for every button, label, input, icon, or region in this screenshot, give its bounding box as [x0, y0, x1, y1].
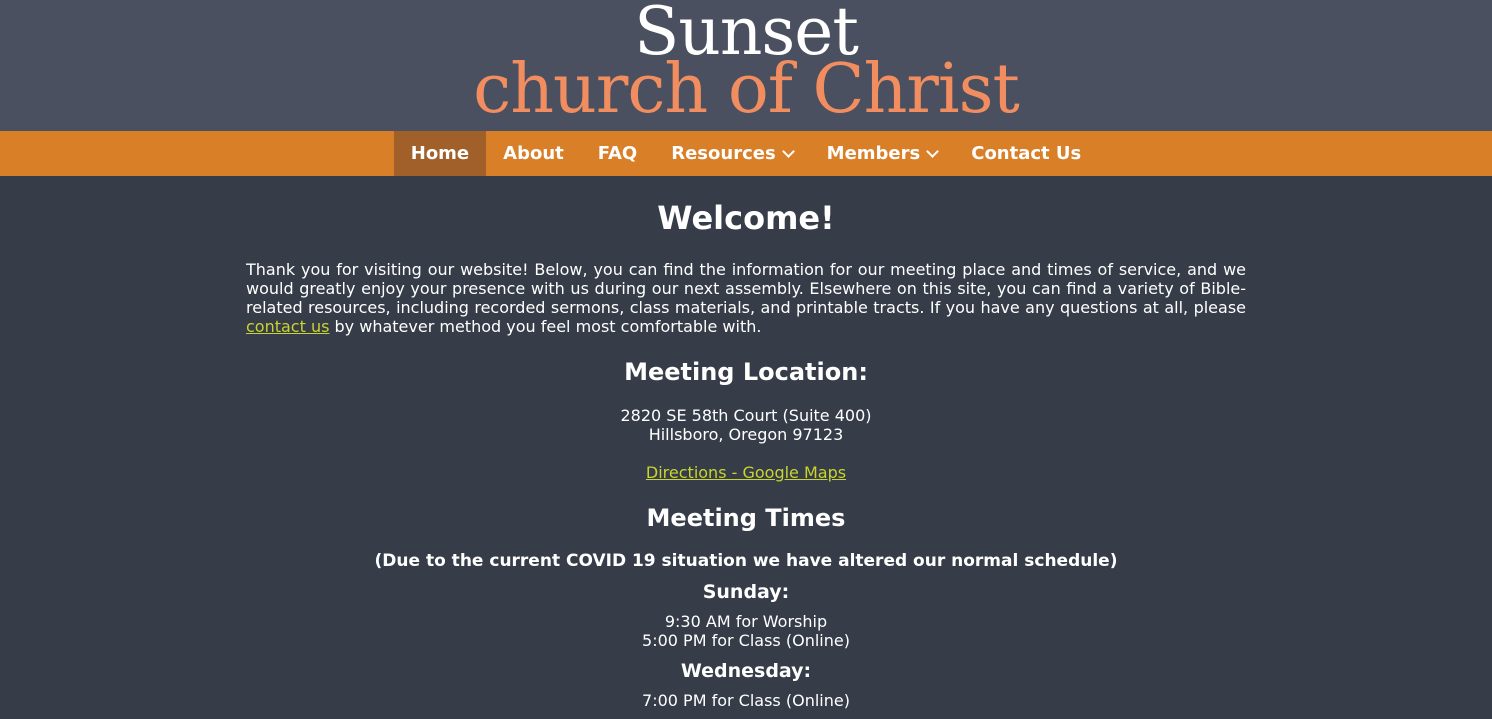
nav-faq-label: FAQ	[597, 143, 638, 164]
logo-subtitle: church of Christ	[473, 50, 1020, 129]
chevron-down-icon	[926, 144, 940, 158]
nav-resources[interactable]: Resources	[654, 131, 809, 176]
intro-text-before: Thank you for visiting our website! Belo…	[246, 260, 1246, 317]
wednesday-label: Wednesday:	[680, 660, 812, 682]
chevron-down-icon	[781, 144, 795, 158]
wednesday-times: 7:00 PM for Class (Online)	[246, 691, 1246, 710]
nav-about[interactable]: About	[486, 131, 581, 176]
meeting-location-heading: Meeting Location:	[624, 358, 868, 386]
sunday-time-item: 9:30 AM for Worship	[664, 612, 828, 631]
nav-home-label: Home	[410, 143, 470, 164]
main-content: Welcome! Thank you for visiting our webs…	[246, 200, 1246, 710]
site-header: Sunset church of Christ	[0, 0, 1492, 131]
sunday-time-item: 5:00 PM for Class (Online)	[642, 631, 850, 650]
sunday-times: 9:30 AM for Worship 5:00 PM for Class (O…	[246, 612, 1246, 650]
directions: Directions - Google Maps	[246, 463, 1246, 482]
directions-link[interactable]: Directions - Google Maps	[646, 463, 846, 482]
main-nav: Home About FAQ Resources Members Contact…	[0, 131, 1492, 176]
nav-contact-us-label: Contact Us	[971, 143, 1082, 164]
nav-resources-label: Resources	[671, 143, 776, 164]
nav-members-label: Members	[826, 143, 921, 164]
wednesday-time-item: 7:00 PM for Class (Online)	[642, 691, 850, 710]
intro-paragraph: Thank you for visiting our website! Belo…	[246, 260, 1246, 336]
address-line1: 2820 SE 58th Court (Suite 400)	[620, 406, 872, 425]
page-title: Welcome!	[657, 199, 835, 237]
nav-faq[interactable]: FAQ	[581, 131, 654, 176]
nav-about-label: About	[503, 143, 564, 164]
sunday-label: Sunday:	[702, 581, 790, 603]
nav-contact-us[interactable]: Contact Us	[954, 131, 1098, 176]
intro-text-after: by whatever method you feel most comfort…	[329, 317, 762, 336]
address-line2: Hillsboro, Oregon 97123	[648, 425, 844, 444]
contact-us-link[interactable]: contact us	[246, 317, 329, 336]
address: 2820 SE 58th Court (Suite 400) Hillsboro…	[246, 406, 1246, 444]
nav-members[interactable]: Members	[810, 131, 955, 176]
covid-notice: (Due to the current COVID 19 situation w…	[374, 551, 1118, 571]
nav-home[interactable]: Home	[393, 131, 487, 176]
meeting-times-heading: Meeting Times	[646, 504, 846, 532]
